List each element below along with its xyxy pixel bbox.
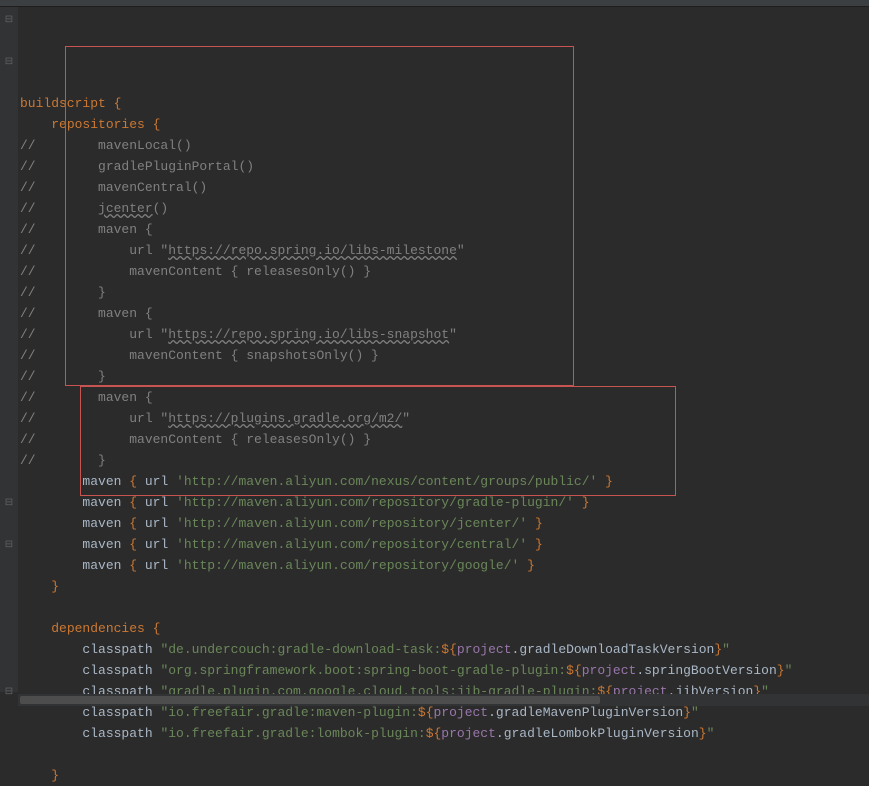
fold-marker — [0, 471, 18, 492]
fold-marker — [0, 156, 18, 177]
fold-marker — [0, 303, 18, 324]
fold-marker — [0, 618, 18, 639]
gutter[interactable]: ⊟⊟⊟⊟⊟ — [0, 7, 18, 692]
code-line[interactable]: // mavenLocal() — [18, 135, 869, 156]
fold-marker — [0, 261, 18, 282]
fold-marker — [0, 93, 18, 114]
code-line[interactable]: maven { url 'http://maven.aliyun.com/nex… — [18, 471, 869, 492]
fold-marker — [0, 387, 18, 408]
fold-marker — [0, 219, 18, 240]
fold-marker — [0, 555, 18, 576]
code-line[interactable]: // maven { — [18, 219, 869, 240]
fold-marker — [0, 240, 18, 261]
fold-marker — [0, 72, 18, 93]
fold-marker — [0, 30, 18, 51]
code-line[interactable]: maven { url 'http://maven.aliyun.com/rep… — [18, 555, 869, 576]
code-line[interactable]: // maven { — [18, 387, 869, 408]
fold-marker — [0, 114, 18, 135]
code-line[interactable]: // maven { — [18, 303, 869, 324]
fold-marker — [0, 282, 18, 303]
fold-marker — [0, 576, 18, 597]
fold-marker[interactable]: ⊟ — [0, 9, 18, 30]
fold-marker — [0, 366, 18, 387]
fold-marker — [0, 513, 18, 534]
code-line[interactable]: maven { url 'http://maven.aliyun.com/rep… — [18, 534, 869, 555]
code-line[interactable] — [18, 744, 869, 765]
code-line[interactable]: // } — [18, 366, 869, 387]
editor-area: ⊟⊟⊟⊟⊟ buildscript { repositories {// mav… — [0, 7, 869, 692]
code-line[interactable]: // } — [18, 450, 869, 471]
code-line[interactable]: maven { url 'http://maven.aliyun.com/rep… — [18, 492, 869, 513]
code-line[interactable]: // url "https://repo.spring.io/libs-snap… — [18, 324, 869, 345]
editor-top-border — [0, 0, 869, 7]
code-line[interactable]: // mavenContent { snapshotsOnly() } — [18, 345, 869, 366]
code-line[interactable]: } — [18, 576, 869, 597]
fold-marker — [0, 639, 18, 660]
fold-marker — [0, 597, 18, 618]
fold-marker — [0, 450, 18, 471]
code-line[interactable]: dependencies { — [18, 618, 869, 639]
code-line[interactable]: // url "https://repo.spring.io/libs-mile… — [18, 240, 869, 261]
code-content[interactable]: buildscript { repositories {// mavenLoca… — [18, 7, 869, 692]
code-line[interactable]: } — [18, 765, 869, 786]
fold-marker — [0, 408, 18, 429]
code-line[interactable]: // gradlePluginPortal() — [18, 156, 869, 177]
code-line[interactable]: classpath "org.springframework.boot:spri… — [18, 660, 869, 681]
code-line[interactable] — [18, 597, 869, 618]
code-line[interactable]: // url "https://plugins.gradle.org/m2/" — [18, 408, 869, 429]
code-line[interactable]: // } — [18, 282, 869, 303]
fold-marker — [0, 135, 18, 156]
code-line[interactable]: // mavenContent { releasesOnly() } — [18, 261, 869, 282]
fold-marker — [0, 429, 18, 450]
code-line[interactable]: repositories { — [18, 114, 869, 135]
horizontal-scrollbar-thumb[interactable] — [20, 696, 600, 704]
code-line[interactable]: buildscript { — [18, 93, 869, 114]
fold-marker[interactable]: ⊟ — [0, 492, 18, 513]
fold-marker[interactable]: ⊟ — [0, 51, 18, 72]
fold-marker — [0, 324, 18, 345]
code-line[interactable]: // mavenContent { releasesOnly() } — [18, 429, 869, 450]
code-line[interactable]: classpath "de.undercouch:gradle-download… — [18, 639, 869, 660]
code-line[interactable]: classpath "io.freefair.gradle:lombok-plu… — [18, 723, 869, 744]
fold-marker — [0, 198, 18, 219]
fold-marker[interactable]: ⊟ — [0, 534, 18, 555]
code-line[interactable]: // mavenCentral() — [18, 177, 869, 198]
horizontal-scrollbar[interactable] — [18, 694, 869, 706]
code-line[interactable]: maven { url 'http://maven.aliyun.com/rep… — [18, 513, 869, 534]
code-line[interactable]: // jcenter() — [18, 198, 869, 219]
fold-marker — [0, 177, 18, 198]
fold-marker — [0, 345, 18, 366]
fold-marker — [0, 660, 18, 681]
fold-marker[interactable]: ⊟ — [0, 681, 18, 702]
